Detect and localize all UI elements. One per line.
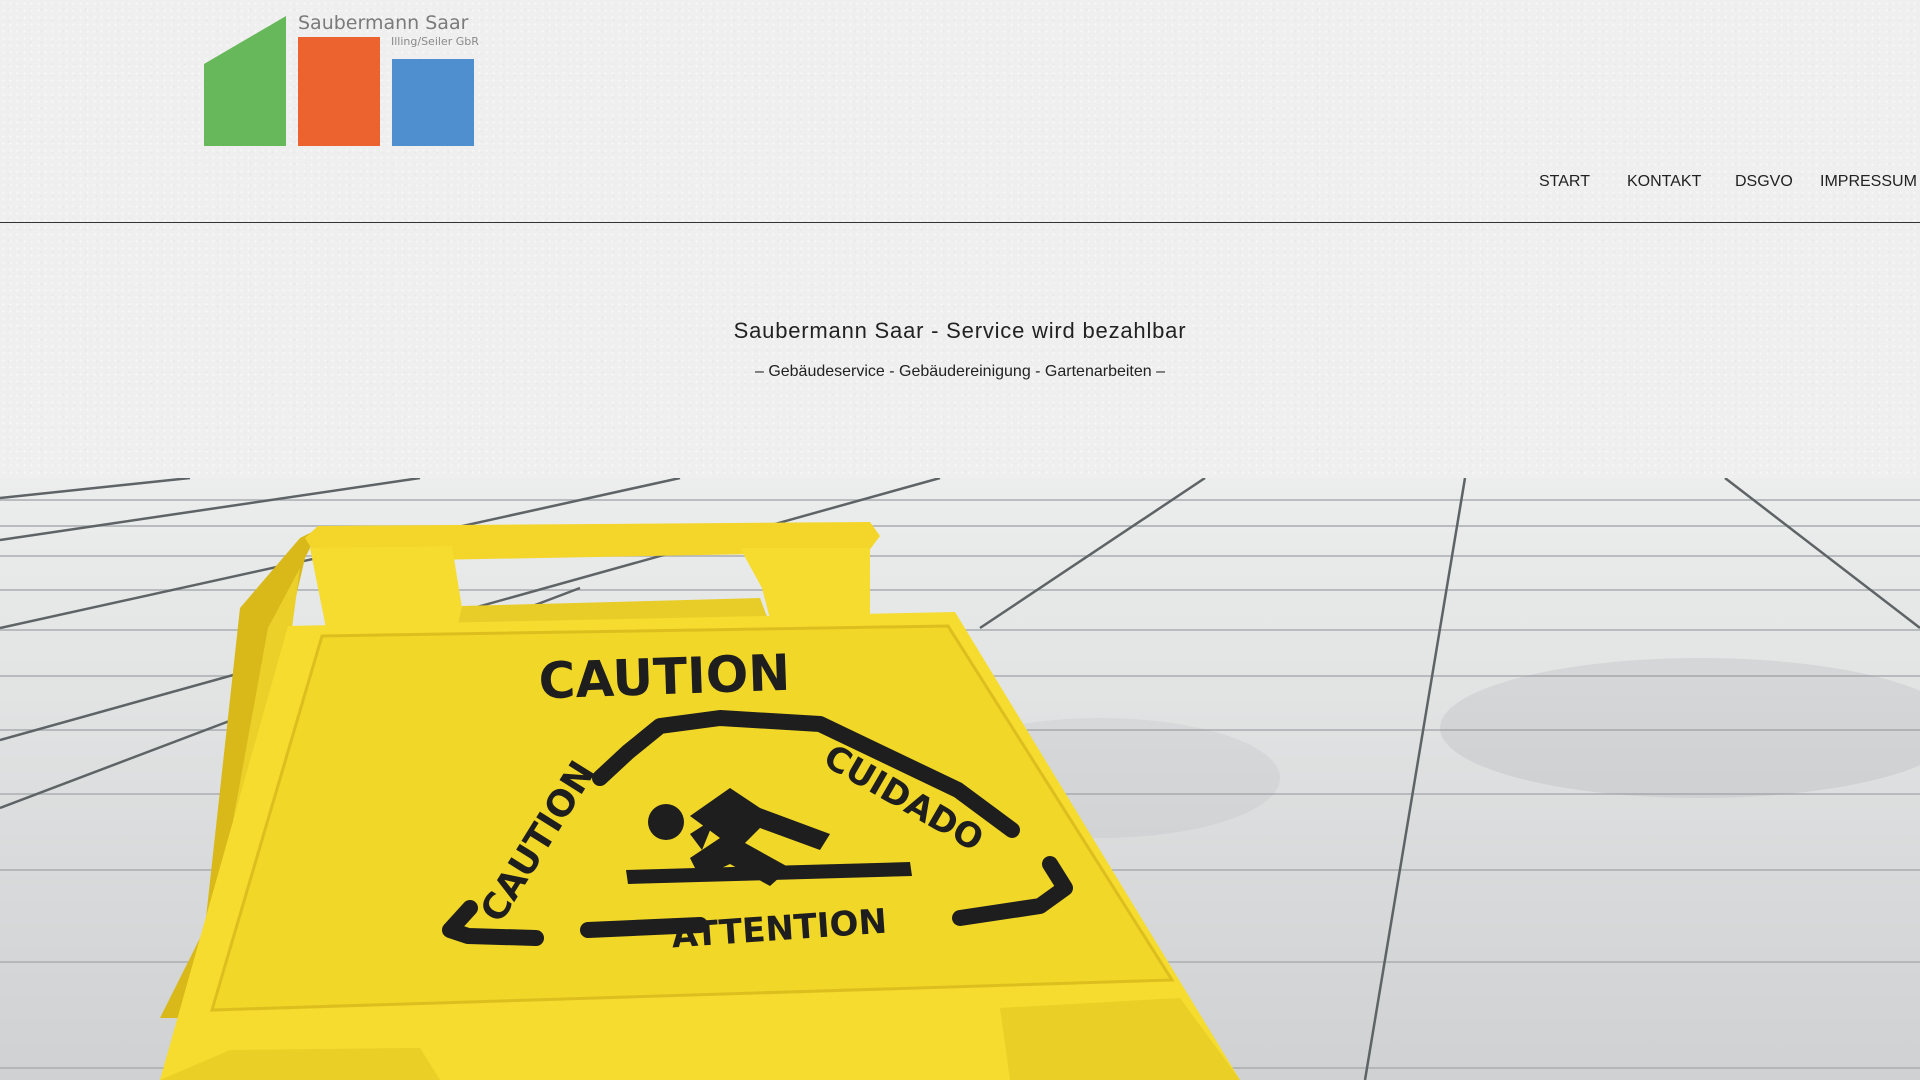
caution-sign-scene: CAUTION CAUTION CUIDADO ATTENTION [0, 478, 1920, 1080]
nav-item-kontakt[interactable]: KONTAKT [1627, 173, 1701, 191]
logo[interactable]: Saubermann Saar Illing/Seiler GbR [204, 12, 479, 148]
logo-subtitle: Illing/Seiler GbR [391, 35, 479, 48]
hero-banner-image: CAUTION CAUTION CUIDADO ATTENTION [0, 478, 1920, 1080]
nav-item-impressum[interactable]: IMPRESSUM [1820, 173, 1917, 191]
hero-section: Saubermann Saar - Service wird bezahlbar… [0, 318, 1920, 381]
hero-title: Saubermann Saar - Service wird bezahlbar [733, 318, 1187, 343]
nav-item-start[interactable]: START [1539, 173, 1590, 191]
sign-heading: CAUTION [538, 644, 791, 711]
logo-name: Saubermann Saar [298, 12, 469, 34]
nav-item-dsgvo[interactable]: DSGVO [1735, 173, 1793, 191]
hero-subtitle: – Gebäudeservice - Gebäudereinigung - Ga… [754, 363, 1166, 380]
site-header: Saubermann Saar Illing/Seiler GbR START … [0, 0, 1920, 223]
page: Saubermann Saar Illing/Seiler GbR START … [0, 0, 1920, 1080]
main-navigation: START KONTAKT DSGVO IMPRESSUM [0, 173, 1920, 195]
